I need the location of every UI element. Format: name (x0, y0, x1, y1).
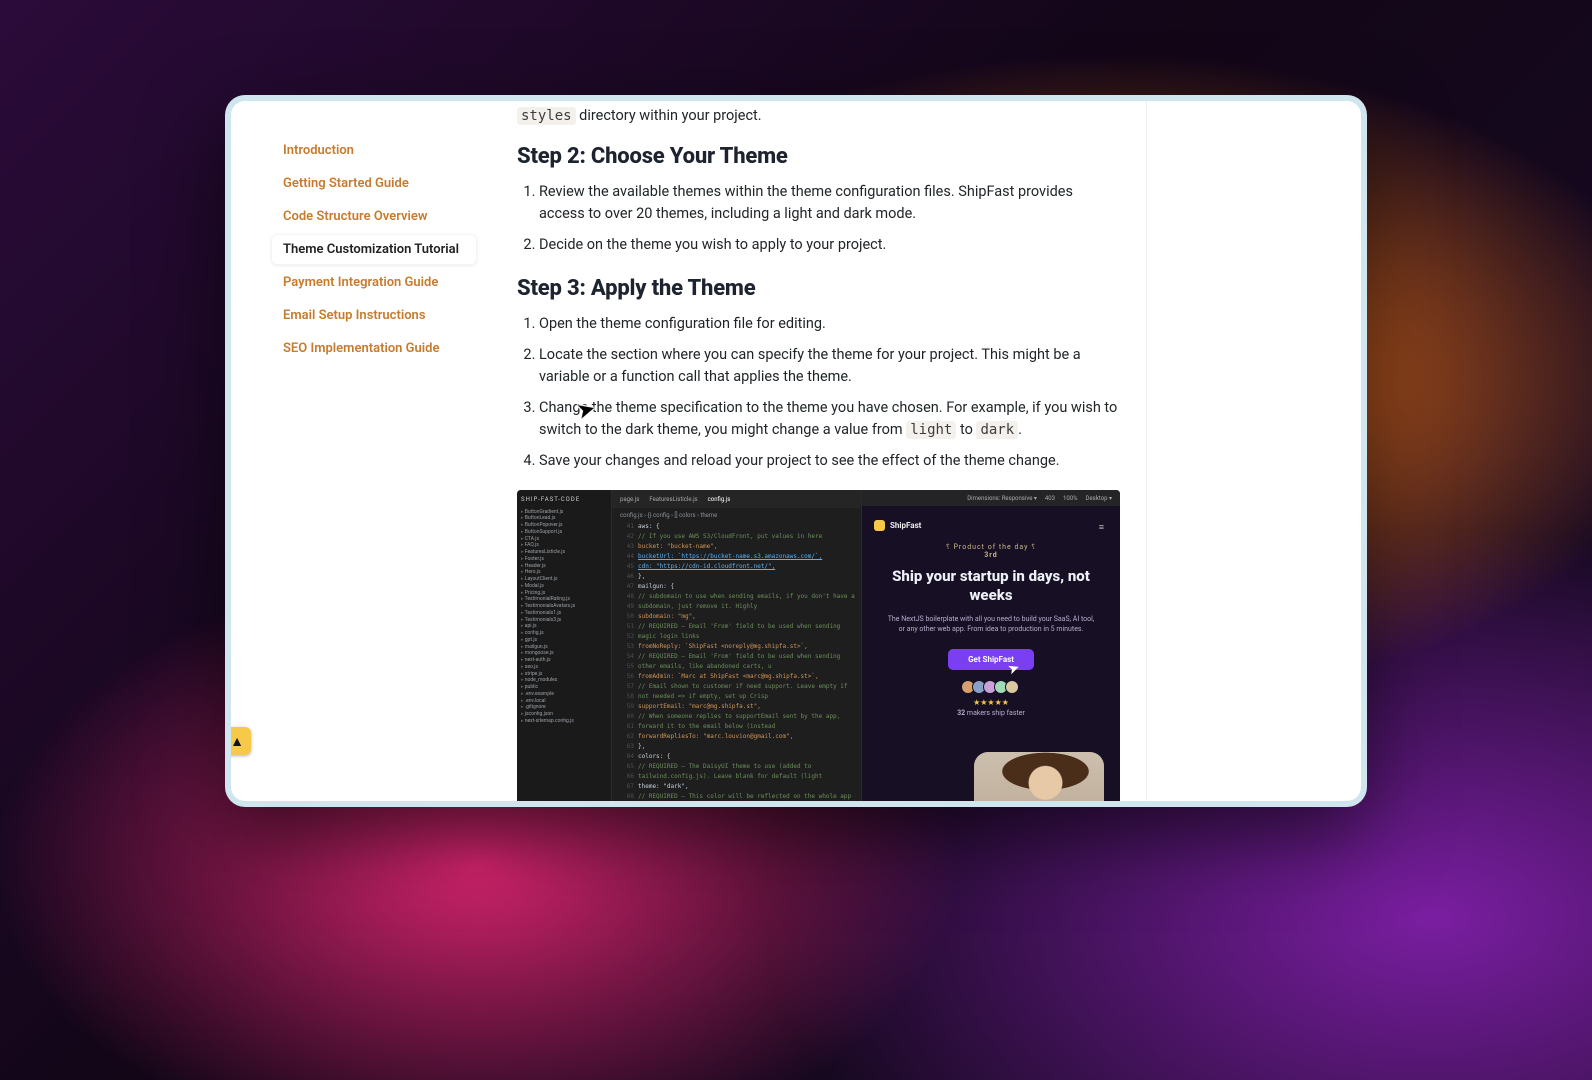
explorer-item[interactable]: next-sitemap.config.js (521, 718, 607, 725)
badge-rank: 3rd (984, 551, 997, 559)
explorer-item[interactable]: ButtonGradient.js (521, 509, 607, 516)
makers-count: 32 (957, 709, 965, 717)
explorer-item[interactable]: ButtonLead.js (521, 515, 607, 522)
explorer-header: SHIP-FAST-CODE (521, 496, 607, 504)
devtools-device-bar: Dimensions: Responsive ▾ 403 100% Deskto… (862, 490, 1120, 506)
inline-code-light: light (906, 421, 956, 439)
explorer-item[interactable]: Testimonials1.js (521, 610, 607, 617)
sidebar-item-code-structure[interactable]: Code Structure Overview (271, 201, 477, 232)
explorer-item[interactable]: config.js (521, 630, 607, 637)
article-main[interactable]: styles directory within your project. St… (491, 101, 1147, 801)
step-3-heading: Step 3: Apply the Theme (517, 276, 1120, 301)
list-item: Locate the section where you can specify… (539, 344, 1120, 389)
list-item: Open the theme configuration file for ed… (539, 313, 1120, 335)
preview-brand-name: ShipFast (890, 521, 921, 530)
sidebar-item-seo-guide[interactable]: SEO Implementation Guide (271, 333, 477, 364)
explorer-item[interactable]: ButtonPopover.js (521, 522, 607, 529)
list-item-text: to (956, 421, 976, 438)
explorer-item[interactable]: gpt.js (521, 637, 607, 644)
explorer-item[interactable]: FAQ.js (521, 542, 607, 549)
device-bar-width[interactable]: 403 (1045, 495, 1055, 502)
explorer-item[interactable]: TestimonialRating.js (521, 596, 607, 603)
explorer-item[interactable]: Pricing.js (521, 590, 607, 597)
explorer-item[interactable]: Footer.js (521, 556, 607, 563)
preview-hero-heading: Ship your startup in days, not weeks (880, 567, 1102, 605)
preview-brand: ShipFast (874, 520, 1102, 531)
device-bar-zoom[interactable]: 100% (1063, 495, 1078, 502)
explorer-item[interactable]: next-auth.js (521, 657, 607, 664)
step-2-list: Review the available themes within the t… (517, 181, 1120, 256)
explorer-item[interactable]: public (521, 684, 607, 691)
list-item-text: . (1018, 421, 1022, 438)
embedded-screenshot: SHIP-FAST-CODE ButtonGradient.jsButtonLe… (517, 490, 1120, 801)
explorer-item[interactable]: ButtonSupport.js (521, 529, 607, 536)
list-item: Change the theme specification to the th… (539, 397, 1120, 442)
list-item: Save your changes and reload your projec… (539, 450, 1120, 472)
preview-avatars (880, 680, 1102, 694)
step-2-heading: Step 2: Choose Your Theme (517, 144, 1120, 169)
hamburger-menu-icon[interactable]: ≡ (1099, 522, 1104, 533)
explorer-item[interactable]: TestimonialsAvatars.js (521, 603, 607, 610)
preview-hero-sub: The NextJS boilerplate with all you need… (886, 615, 1096, 635)
ide-explorer: SHIP-FAST-CODE ButtonGradient.jsButtonLe… (517, 490, 612, 801)
inline-code-dark: dark (976, 421, 1018, 439)
editor-gutter: 4142434445464748495051525354555657585960… (612, 522, 638, 801)
step1-fragment: styles directory within your project. (517, 107, 1120, 124)
explorer-item[interactable]: node_modules (521, 677, 607, 684)
explorer-item[interactable]: stripe.js (521, 671, 607, 678)
makers-tail: makers ship faster (965, 709, 1025, 717)
step-3-list: Open the theme configuration file for ed… (517, 313, 1120, 472)
editor-tab[interactable]: FeaturesListicle.js (649, 496, 697, 503)
browser-window: Introduction Getting Started Guide Code … (231, 101, 1361, 801)
explorer-item[interactable]: api.js (521, 623, 607, 630)
explorer-item[interactable]: CTA.js (521, 536, 607, 543)
explorer-item[interactable]: LayoutClient.js (521, 576, 607, 583)
shipfast-logo-icon (874, 520, 885, 531)
brand-launcher-tab[interactable]: ▲ (231, 727, 251, 755)
editor-tab-active[interactable]: config.js (708, 496, 731, 503)
device-bar-device[interactable]: Desktop ▾ (1086, 495, 1112, 502)
sidebar-item-theme-customization[interactable]: Theme Customization Tutorial (271, 234, 477, 265)
get-shipfast-button[interactable]: Get ShipFast (948, 649, 1034, 670)
list-item: Review the available themes within the t… (539, 181, 1120, 226)
editor-breadcrumb: config.js › {} config › [] colors › them… (612, 508, 861, 522)
explorer-item[interactable]: mailgun.js (521, 644, 607, 651)
explorer-item[interactable]: Testimonials3.js (521, 617, 607, 624)
editor-tabs: page.js FeaturesListicle.js config.js (612, 490, 861, 508)
list-item-text: Change the theme specification to the th… (539, 399, 1117, 438)
explorer-item[interactable]: Hero.js (521, 569, 607, 576)
preview-stars-icon: ★★★★★ (880, 698, 1102, 707)
explorer-item[interactable]: .env.example (521, 691, 607, 698)
article-content: styles directory within your project. St… (517, 107, 1120, 801)
sidebar-item-email-setup[interactable]: Email Setup Instructions (271, 300, 477, 331)
explorer-item[interactable]: seo.js (521, 664, 607, 671)
step1-fragment-tail: directory within your project. (576, 107, 762, 124)
ide-pane: SHIP-FAST-CODE ButtonGradient.jsButtonLe… (517, 490, 861, 801)
explorer-item[interactable]: jsconfig.json (521, 711, 607, 718)
sidebar-item-introduction[interactable]: Introduction (271, 135, 477, 166)
list-item: Decide on the theme you wish to apply to… (539, 234, 1120, 256)
editor-code: aws: { // If you use AWS S3/CloudFront, … (638, 522, 857, 801)
explorer-item[interactable]: mongoose.js (521, 650, 607, 657)
right-gutter (1147, 101, 1361, 801)
docs-sidebar: Introduction Getting Started Guide Code … (231, 101, 491, 801)
explorer-item[interactable]: .env.local (521, 698, 607, 705)
badge-top-text: Product of the day (954, 543, 1029, 551)
ide-editor: page.js FeaturesListicle.js config.js co… (612, 490, 861, 801)
device-bar-dimensions[interactable]: Dimensions: Responsive ▾ (967, 495, 1037, 502)
webcam-overlay (974, 752, 1104, 801)
inline-code-styles: styles (517, 107, 576, 125)
browser-window-shell: Introduction Getting Started Guide Code … (225, 95, 1367, 807)
explorer-item[interactable]: .gitignore (521, 704, 607, 711)
explorer-item[interactable]: Modal.js (521, 583, 607, 590)
sidebar-item-getting-started[interactable]: Getting Started Guide (271, 168, 477, 199)
preview-makers-line: 32 makers ship faster (880, 709, 1102, 717)
sidebar-item-payment-integration[interactable]: Payment Integration Guide (271, 267, 477, 298)
editor-tab[interactable]: page.js (620, 496, 639, 503)
explorer-item[interactable]: FeaturesListicle.js (521, 549, 607, 556)
product-hunt-badge: ⸮ Product of the day ⸮ 3rd (880, 543, 1102, 559)
explorer-item[interactable]: Header.js (521, 563, 607, 570)
